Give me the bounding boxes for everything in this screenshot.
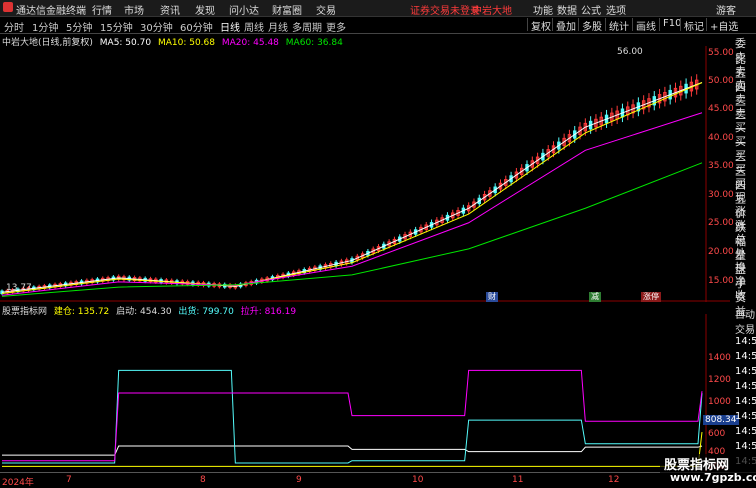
add-favorite-button[interactable]: +自选 (706, 18, 741, 33)
indicator-tick-600: 600 (708, 429, 726, 439)
trade-label-8: 14:5 (735, 426, 756, 437)
time-tick-11: 11 (512, 475, 524, 485)
period-1min[interactable]: 1分钟 (32, 19, 58, 34)
period-30min[interactable]: 30分钟 (140, 19, 173, 34)
event-tag-reduce[interactable]: 减 (589, 292, 601, 302)
menu-item-quotes[interactable]: 行情 (92, 2, 112, 17)
price-tick-15: 15.00 (708, 276, 734, 286)
menu-item-function[interactable]: 功能 (533, 2, 553, 17)
event-tag-financial[interactable]: 财 (486, 292, 498, 302)
event-tag-limit-up[interactable]: 涨停 (641, 292, 661, 302)
menu-item-ask[interactable]: 问小达 (229, 2, 259, 17)
adjust-button[interactable]: 复权 (527, 18, 554, 33)
low-price-label: 13.77 (6, 283, 32, 293)
guest-label[interactable]: 游客 (716, 2, 736, 17)
price-tick-55: 55.00 (708, 48, 734, 58)
period-more[interactable]: 更多 (326, 19, 346, 34)
candles-group (0, 74, 699, 296)
menu-item-news[interactable]: 资讯 (160, 2, 180, 17)
mark-button[interactable]: 标记 (680, 18, 707, 33)
menu-item-wealth[interactable]: 财富圈 (272, 2, 302, 17)
menu-item-discover[interactable]: 发现 (195, 2, 215, 17)
quote-side-panel: 委比 卖五 卖四 卖三 卖二 卖一 买一 买二 买三 买四 买五 现价 涨跌 涨幅 总量 外盘 换手 净资 收益 (731, 35, 756, 318)
trade-label-7: 14:5 (735, 411, 756, 422)
time-tick-10: 10 (412, 475, 424, 485)
period-60min[interactable]: 60分钟 (180, 19, 213, 34)
indicator-chart[interactable] (0, 314, 730, 472)
candlestick-chart[interactable] (0, 46, 730, 302)
multi-stock-button[interactable]: 多股 (578, 18, 605, 33)
period-5min[interactable]: 5分钟 (66, 19, 92, 34)
menu-bar: 通达信金融终端 行情 市场 资讯 发现 问小达 财富圈 交易 证券交易未登录 中… (0, 0, 756, 17)
price-tick-20: 20.00 (708, 247, 734, 257)
trade-side-panel: 自动交易14:514:514:514:514:514:514:514:514:5 (731, 306, 756, 472)
watermark: 股票指标网 www.7gpzb.com (660, 454, 756, 487)
menu-item-data[interactable]: 数据 (557, 2, 577, 17)
stock-title: 中岩大地 (472, 6, 512, 17)
indicator-line-0 (2, 445, 703, 456)
draw-button[interactable]: 画线 (632, 18, 659, 33)
indicator-tick-1200: 1200 (708, 375, 731, 385)
indicator-tick-1000: 1000 (708, 397, 731, 407)
period-15min[interactable]: 15分钟 (100, 19, 133, 34)
price-tick-50: 50.00 (708, 76, 734, 86)
trade-label-1: 交易 (735, 325, 755, 336)
time-tick-9: 9 (296, 475, 302, 485)
price-tick-35: 35.00 (708, 161, 734, 171)
high-price-label: 56.00 (617, 47, 643, 57)
price-tick-25: 25.00 (708, 218, 734, 228)
period-daily[interactable]: 日线 (220, 19, 240, 34)
indicator-tick-1400: 1400 (708, 353, 731, 363)
menu-item-trade[interactable]: 交易 (316, 2, 336, 17)
ma-line-ma5 (1, 82, 703, 293)
app-name: 通达信金融终端 (16, 6, 86, 17)
trade-label-4: 14:5 (735, 366, 756, 377)
period-monthly[interactable]: 月线 (268, 19, 288, 34)
indicator-lines-group (2, 369, 703, 467)
menu-item-market[interactable]: 市场 (124, 2, 144, 17)
app-logo-icon (3, 2, 13, 12)
time-tick-7: 7 (66, 475, 72, 485)
time-tick-2024: 2024年 (2, 478, 34, 488)
login-notice[interactable]: 证券交易未登录 (410, 2, 480, 17)
time-tick-12: 12 (608, 475, 620, 485)
time-tick-8: 8 (200, 475, 206, 485)
ma-line-ma60 (1, 162, 703, 297)
price-tick-45: 45.00 (708, 104, 734, 114)
watermark-line2: www.7gpzb.com (670, 471, 756, 484)
price-tick-30: 30.00 (708, 190, 734, 200)
period-weekly[interactable]: 周线 (244, 19, 264, 34)
trade-label-9: 14:5 (735, 441, 756, 452)
stats-button[interactable]: 统计 (605, 18, 632, 33)
trade-label-3: 14:5 (735, 351, 756, 362)
overlay-button[interactable]: 叠加 (552, 18, 579, 33)
trade-label-0: 自动 (735, 310, 755, 321)
trade-label-6: 14:5 (735, 396, 756, 407)
menu-item-formula[interactable]: 公式 (581, 2, 601, 17)
menu-item-options[interactable]: 选项 (606, 2, 626, 17)
period-toolbar: 分时 1分钟 5分钟 15分钟 30分钟 60分钟 日线 周线 月线 多周期 更… (0, 17, 756, 34)
period-timeshare[interactable]: 分时 (4, 19, 24, 34)
trade-label-5: 14:5 (735, 381, 756, 392)
price-tick-40: 40.00 (708, 133, 734, 143)
time-axis: 2024年 7 8 9 10 11 12 (0, 472, 756, 488)
trade-label-2: 14:5 (735, 336, 756, 347)
period-multi[interactable]: 多周期 (292, 19, 322, 34)
